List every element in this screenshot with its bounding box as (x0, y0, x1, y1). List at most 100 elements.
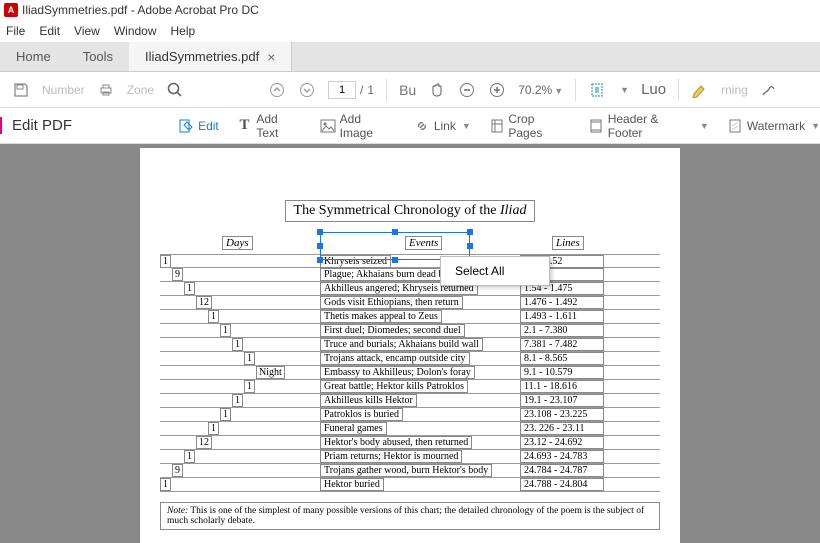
link-tool[interactable]: Link ▼ (414, 118, 471, 134)
day-cell[interactable]: 1 (184, 450, 195, 463)
day-cell[interactable]: 1 (220, 408, 231, 421)
event-cell[interactable]: Funeral games (320, 422, 387, 435)
selection-handle[interactable] (317, 229, 323, 235)
event-cell[interactable]: Great battle; Hektor kills Patroklos (320, 380, 468, 393)
edit-pdf-bar: Edit PDF Edit T Add Text Add Image Link … (0, 108, 820, 144)
event-cell[interactable]: First duel; Diomedes; second duel (320, 324, 465, 337)
lines-cell[interactable]: 1.493 - 1.611 (520, 310, 604, 323)
add-image-tool[interactable]: Add Image (320, 112, 396, 140)
event-cell[interactable]: Embassy to Akhilleus; Dolon's foray (320, 366, 475, 379)
page-up-icon[interactable] (268, 81, 286, 99)
col-header-days[interactable]: Days (222, 236, 253, 250)
day-cell[interactable]: 12 (196, 436, 212, 449)
lines-cell[interactable]: 2.1 - 7.380 (520, 324, 604, 337)
day-cell[interactable]: 1 (244, 352, 255, 365)
window-title: IliadSymmetries.pdf - Adobe Acrobat Pro … (22, 3, 259, 17)
luo-tool[interactable]: Luo (641, 81, 666, 98)
menu-file[interactable]: File (6, 24, 25, 38)
zoom-out-icon[interactable] (458, 81, 476, 99)
event-cell[interactable]: Thetis makes appeal to Zeus (320, 310, 442, 323)
lines-cell[interactable]: 23.108 - 23.225 (520, 408, 604, 421)
event-cell[interactable]: Hektor buried (320, 478, 384, 491)
page-down-icon[interactable] (298, 81, 316, 99)
selection-handle[interactable] (392, 257, 398, 263)
lines-cell[interactable]: 19.1 - 23.107 (520, 394, 604, 407)
tab-document-label: IliadSymmetries.pdf (145, 49, 259, 64)
day-cell[interactable]: 12 (196, 296, 212, 309)
day-cell[interactable]: 1 (232, 338, 243, 351)
day-cell[interactable]: Night (256, 366, 285, 379)
event-cell[interactable]: Priam returns; Hektor is mourned (320, 450, 462, 463)
header-footer-tool[interactable]: Header & Footer ▼ (588, 112, 709, 140)
highlighter-icon[interactable] (691, 81, 709, 99)
edit-tool[interactable]: Edit (178, 118, 219, 134)
event-cell[interactable]: Trojans attack, encamp outside city (320, 352, 470, 365)
zoom-level[interactable]: 70.2%▼ (518, 83, 563, 97)
fit-page-icon[interactable] (588, 81, 606, 99)
day-cell[interactable]: 1 (220, 324, 231, 337)
day-cell[interactable]: 1 (244, 380, 255, 393)
lines-cell[interactable]: 1.476 - 1.492 (520, 296, 604, 309)
day-cell[interactable]: 9 (172, 464, 183, 477)
document-area[interactable]: The Symmetrical Chronology of the Iliad … (0, 144, 820, 543)
menu-help[interactable]: Help (171, 24, 196, 38)
selection-handle[interactable] (317, 257, 323, 263)
day-cell[interactable]: 1 (208, 422, 219, 435)
zoom-in-icon[interactable] (488, 81, 506, 99)
lines-cell[interactable]: 8.1 - 8.565 (520, 352, 604, 365)
selection-handle[interactable] (317, 243, 323, 249)
lines-cell[interactable]: 9.1 - 10.579 (520, 366, 604, 379)
menu-select-all[interactable]: Select All (441, 261, 549, 281)
footnote[interactable]: Note: This is one of the simplest of man… (160, 502, 660, 530)
chevron-down-icon[interactable]: ▼ (620, 85, 629, 95)
pdf-page[interactable]: The Symmetrical Chronology of the Iliad … (140, 148, 680, 543)
lines-cell[interactable]: 23.12 - 24.692 (520, 436, 604, 449)
watermark-tool[interactable]: Watermark ▼ (727, 118, 820, 134)
table-row: 1Akhilleus angered; Khryseis returned1.5… (160, 282, 660, 296)
day-cell[interactable]: 1 (184, 282, 195, 295)
lines-cell[interactable]: 7.381 - 7.482 (520, 338, 604, 351)
page-input[interactable] (328, 81, 356, 99)
menu-window[interactable]: Window (114, 24, 157, 38)
col-header-lines[interactable]: Lines (552, 236, 584, 250)
event-cell[interactable]: Hektor's body abused, then returned (320, 436, 472, 449)
bu-tool[interactable]: Bu (399, 82, 416, 98)
print-icon[interactable] (97, 81, 115, 99)
event-cell[interactable]: Patroklos is buried (320, 408, 403, 421)
event-cell[interactable]: Trojans gather wood, burn Hektor's body (320, 464, 492, 477)
event-cell[interactable]: Khryseis seized (320, 255, 391, 268)
toolbar: Number Zone / 1 Bu 70.2%▼ ▼ Luo rning (0, 72, 820, 108)
day-cell[interactable]: 1 (232, 394, 243, 407)
add-text-tool[interactable]: T Add Text (237, 112, 302, 140)
selection-handle[interactable] (467, 243, 473, 249)
hand-icon[interactable] (428, 81, 446, 99)
menu-view[interactable]: View (74, 24, 100, 38)
day-cell[interactable]: 1 (160, 255, 171, 268)
lines-cell[interactable]: 24.788 - 24.804 (520, 478, 604, 491)
page-title[interactable]: The Symmetrical Chronology of the Iliad (285, 200, 536, 222)
tab-document[interactable]: IliadSymmetries.pdf × (129, 42, 292, 71)
col-header-events[interactable]: Events (405, 236, 442, 250)
day-cell[interactable]: 1 (160, 478, 171, 491)
event-cell[interactable]: Truce and burials; Akhaians build wall (320, 338, 483, 351)
lines-cell[interactable]: 24.693 - 24.783 (520, 450, 604, 463)
event-cell[interactable]: Akhilleus kills Hektor (320, 394, 417, 407)
day-cell[interactable]: 1 (208, 310, 219, 323)
chevron-down-icon: ▼ (811, 121, 820, 131)
close-icon[interactable]: × (267, 49, 275, 65)
print-hint-text: Zone (127, 83, 154, 97)
lines-cell[interactable]: 11.1 - 18.616 (520, 380, 604, 393)
selection-handle[interactable] (392, 229, 398, 235)
day-cell[interactable]: 9 (172, 268, 183, 281)
sign-icon[interactable] (760, 81, 778, 99)
tab-home[interactable]: Home (0, 42, 67, 71)
lines-cell[interactable]: 24.784 - 24.787 (520, 464, 604, 477)
crop-pages-tool[interactable]: Crop Pages (489, 112, 570, 140)
event-cell[interactable]: Gods visit Ethiopians, then return (320, 296, 463, 309)
selection-handle[interactable] (467, 229, 473, 235)
lines-cell[interactable]: 23. 226 - 23.11 (520, 422, 604, 435)
save-icon[interactable] (12, 81, 30, 99)
tab-tools[interactable]: Tools (67, 42, 129, 71)
search-icon[interactable] (166, 81, 184, 99)
menu-edit[interactable]: Edit (39, 24, 60, 38)
